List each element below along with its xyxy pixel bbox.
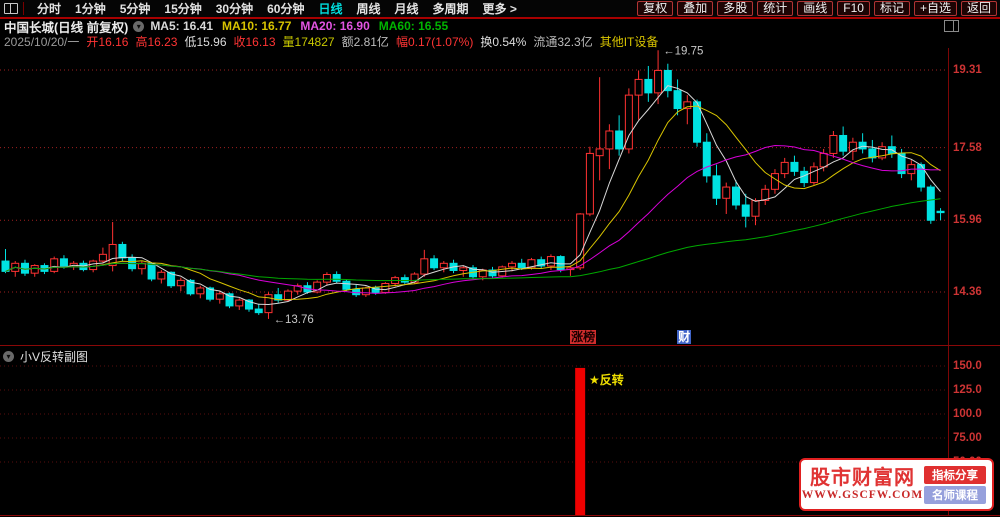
- detail-item-7: 幅0.17(1.07%): [395, 34, 474, 49]
- period-tab-4[interactable]: 30分钟: [216, 0, 253, 17]
- action-button-3[interactable]: 统计: [757, 1, 794, 16]
- period-tab-0[interactable]: 分时: [37, 0, 61, 17]
- bottom-border: [0, 515, 1000, 516]
- period-tab-3[interactable]: 15分钟: [164, 0, 201, 17]
- ma-legend-0: MA5: 16.41: [150, 19, 214, 33]
- price-axis-label-3: 14.36: [953, 286, 982, 298]
- watermark-tags: 指标分享 名师课程: [924, 464, 992, 506]
- watermark-tag-1: 指标分享: [924, 465, 986, 484]
- price-axis-label-0: 19.31: [953, 64, 982, 76]
- watermark-site-url: WWW.GSCFW.COM: [801, 489, 924, 502]
- watermark-tag-2: 名师课程: [924, 485, 986, 504]
- menu-bar: 分时 1分钟 5分钟 15分钟 30分钟 60分钟 日线 周线 月线 多周期 更多 > 复权 叠加 多股…: [0, 0, 1000, 19]
- detail-item-9: 流通32.3亿: [533, 34, 593, 49]
- info-row-1: 中国长城(日线 前复权) ▾ MA5: 16.41 MA10: 16.77 MA20…: [4, 19, 457, 35]
- detail-item-8: 换0.54%: [480, 34, 527, 49]
- layout-toggle-icon[interactable]: [944, 20, 959, 32]
- action-button-0[interactable]: 复权: [637, 1, 674, 16]
- detail-item-0: 2025/10/20/一: [4, 34, 80, 49]
- price-axis-line: [948, 48, 949, 516]
- period-tab-6[interactable]: 日线: [318, 0, 342, 17]
- trading-app-window: 分时 1分钟 5分钟 15分钟 30分钟 60分钟 日线 周线 月线 多周期 更多 > 复权 叠加 多股…: [0, 0, 1000, 517]
- action-button-8[interactable]: 返回: [960, 1, 997, 16]
- period-tab-9[interactable]: 多周期: [433, 0, 469, 17]
- action-button-1[interactable]: 叠加: [677, 1, 714, 16]
- price-axis-label-2: 15.96: [953, 214, 982, 227]
- detail-item-2: 高16.23: [135, 34, 178, 49]
- detail-item-1: 开16.16: [86, 34, 129, 49]
- svg-text:←13.76: ←13.76: [273, 314, 313, 326]
- svg-text:←19.75: ←19.75: [663, 45, 703, 57]
- sub-panel-title: 小V反转副图: [20, 350, 89, 364]
- sub-axis-label-0: 150.0: [953, 360, 982, 372]
- sub-panel-header: ▾ 小V反转副图: [3, 348, 88, 365]
- period-tabs: 分时 1分钟 5分钟 15分钟 30分钟 60分钟 日线 周线 月线 多周期 更多 >: [30, 0, 524, 17]
- ma-legend-3: MA60: 16.55: [378, 19, 449, 33]
- detail-item-4: 收16.13: [233, 34, 276, 49]
- toolbar-buttons: 复权 叠加 多股 统计 画线 F10 标记 +自选 返回: [633, 1, 1000, 16]
- info-row-2: 2025/10/20/一 开16.16 高16.23 低15.96 收16.13 量174…: [4, 34, 665, 49]
- watermark-site-name: 股市财富网: [810, 467, 915, 490]
- ma-legend-1: MA10: 16.77: [222, 19, 292, 33]
- period-tab-1[interactable]: 1分钟: [75, 0, 106, 17]
- reversal-signal-label: ★反转: [589, 373, 624, 387]
- collapse-sub-icon[interactable]: ▾: [3, 351, 14, 362]
- sub-axis-label-1: 125.0: [953, 384, 982, 396]
- price-axis-label-1: 17.58: [953, 141, 982, 154]
- detail-item-6: 额2.81亿: [341, 34, 389, 49]
- event-marker-0[interactable]: 涨榜: [570, 330, 597, 344]
- detail-item-3: 低15.96: [184, 34, 227, 49]
- period-tab-5[interactable]: 60分钟: [267, 0, 304, 17]
- watermark-card: 股市财富网 WWW.GSCFW.COM 指标分享 名师课程: [799, 458, 994, 511]
- period-tab-7[interactable]: 周线: [356, 0, 380, 17]
- sub-axis-label-3: 75.00: [953, 432, 982, 444]
- event-marker-1[interactable]: 财: [677, 330, 692, 344]
- ma-legend-2: MA20: 16.90: [300, 19, 370, 33]
- ma-legend: MA5: 16.41 MA10: 16.77 MA20: 16.90 MA60: 16…: [150, 19, 457, 33]
- menu-divider: [23, 2, 24, 15]
- detail-item-5: 量174827: [282, 34, 335, 49]
- detail-item-10: 其他IT设备: [599, 34, 659, 49]
- sub-axis-label-2: 100.0: [953, 408, 982, 420]
- window-split-icon[interactable]: [4, 3, 18, 14]
- action-button-2[interactable]: 多股: [717, 1, 754, 16]
- period-tab-2[interactable]: 5分钟: [120, 0, 151, 17]
- action-button-4[interactable]: 画线: [797, 1, 834, 16]
- action-button-7[interactable]: +自选: [913, 1, 957, 16]
- period-tab-8[interactable]: 月线: [395, 0, 419, 17]
- action-button-5[interactable]: F10: [837, 1, 870, 16]
- watermark-text: 股市财富网 WWW.GSCFW.COM: [801, 467, 924, 502]
- action-button-6[interactable]: 标记: [873, 1, 910, 16]
- panel-divider[interactable]: [0, 345, 1000, 346]
- main-chart-canvas[interactable]: ←19.75 ←13.76: [0, 0, 1000, 517]
- period-tab-10[interactable]: 更多 >: [483, 0, 517, 17]
- collapse-main-icon[interactable]: ▾: [133, 20, 145, 32]
